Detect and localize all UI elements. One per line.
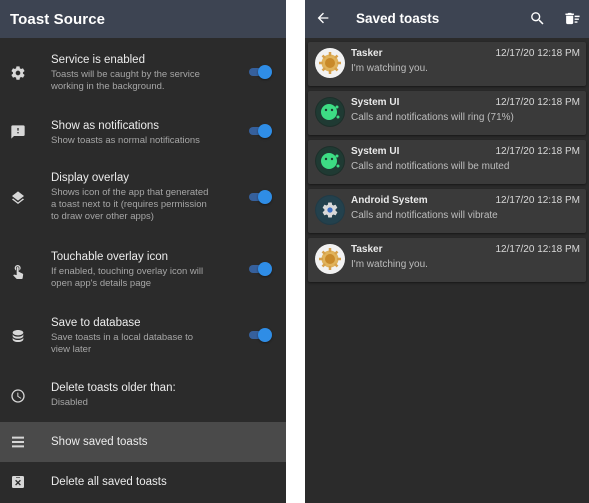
app-bar: Toast Source <box>0 0 286 38</box>
toast-app-name: System UI <box>351 146 400 157</box>
delete-box-icon <box>9 473 27 491</box>
pref-title: Save to database <box>51 317 141 329</box>
toast-message: Calls and notifications will be muted <box>351 161 510 172</box>
app-title: Toast Source <box>10 10 106 28</box>
toast-message: I'm watching you. <box>351 63 428 74</box>
android-icon <box>315 97 345 127</box>
pref-save-database[interactable]: Save to database Save toasts in a local … <box>0 307 286 371</box>
display-overlay-toggle[interactable] <box>249 190 272 204</box>
toast-timestamp: 12/17/20 12:18 PM <box>495 97 580 108</box>
pref-summary: Toasts will be caught by the service wor… <box>51 69 200 92</box>
search-icon[interactable] <box>529 10 546 27</box>
toast-message: I'm watching you. <box>351 259 428 270</box>
show-notifications-toggle[interactable] <box>249 124 272 138</box>
saved-toasts-screen: Saved toasts Tasker 12/17/20 12:18 PM I'… <box>305 0 589 503</box>
gear-icon <box>9 64 27 82</box>
toast-item[interactable]: System UI 12/17/20 12:18 PM Calls and no… <box>308 91 586 135</box>
pref-summary: Disabled <box>51 397 88 408</box>
pref-touchable-overlay[interactable]: Touchable overlay icon If enabled, touch… <box>0 243 286 307</box>
pref-summary: If enabled, touching overlay icon will o… <box>51 266 204 289</box>
pref-title: Delete all saved toasts <box>51 476 167 488</box>
pref-title: Show as notifications <box>51 120 160 132</box>
toast-timestamp: 12/17/20 12:18 PM <box>495 244 580 255</box>
settings-screen: Toast Source Service is enabled Toasts w… <box>0 0 286 503</box>
pref-title: Show saved toasts <box>51 436 148 448</box>
android-icon <box>315 146 345 176</box>
page-title: Saved toasts <box>356 11 440 26</box>
toast-app-name: Tasker <box>351 48 383 59</box>
toast-timestamp: 12/17/20 12:18 PM <box>495 195 580 206</box>
touchable-overlay-toggle[interactable] <box>249 262 272 276</box>
save-database-toggle[interactable] <box>249 328 272 342</box>
toast-app-name: Android System <box>351 195 428 206</box>
pref-show-saved-toasts[interactable]: Show saved toasts <box>0 422 286 462</box>
toast-item[interactable]: Tasker 12/17/20 12:18 PM I'm watching yo… <box>308 42 586 86</box>
delete-sweep-icon[interactable] <box>564 10 581 27</box>
toast-app-name: Tasker <box>351 244 383 255</box>
pref-summary: Shows icon of the app that generated a t… <box>51 187 209 222</box>
pref-title: Service is enabled <box>51 54 145 66</box>
toast-app-name: System UI <box>351 97 400 108</box>
app-bar: Saved toasts <box>305 0 589 38</box>
pref-delete-older[interactable]: Delete toasts older than: Disabled <box>0 371 286 422</box>
pref-summary: Save toasts in a local database to view … <box>51 332 194 355</box>
pref-title: Touchable overlay icon <box>51 251 168 263</box>
toast-message: Calls and notifications will vibrate <box>351 210 498 221</box>
back-arrow-icon[interactable] <box>315 10 331 26</box>
pref-display-overlay[interactable]: Display overlay Shows icon of the app th… <box>0 158 286 243</box>
pref-delete-all[interactable]: Delete all saved toasts <box>0 462 286 503</box>
toast-item[interactable]: Android System 12/17/20 12:18 PM Calls a… <box>308 189 586 233</box>
pref-service-enabled[interactable]: Service is enabled Toasts will be caught… <box>0 38 286 104</box>
touch-icon <box>9 262 27 280</box>
toast-timestamp: 12/17/20 12:18 PM <box>495 48 580 59</box>
toast-message: Calls and notifications will ring (71%) <box>351 112 514 123</box>
toast-item[interactable]: Tasker 12/17/20 12:18 PM I'm watching yo… <box>308 238 586 282</box>
toast-timestamp: 12/17/20 12:18 PM <box>495 146 580 157</box>
pref-title: Display overlay <box>51 172 129 184</box>
pref-summary: Show toasts as normal notifications <box>51 135 200 146</box>
toast-item[interactable]: System UI 12/17/20 12:18 PM Calls and no… <box>308 140 586 184</box>
system-gear-icon <box>315 195 345 225</box>
screen-divider <box>286 0 305 503</box>
layers-icon <box>9 189 27 207</box>
clock-icon <box>9 387 27 405</box>
list-icon <box>9 433 27 451</box>
tasker-icon <box>315 48 345 78</box>
database-icon <box>9 327 27 345</box>
notification-icon <box>9 123 27 141</box>
tasker-icon <box>315 244 345 274</box>
pref-show-notifications[interactable]: Show as notifications Show toasts as nor… <box>0 104 286 158</box>
service-enabled-toggle[interactable] <box>249 65 272 79</box>
pref-title: Delete toasts older than: <box>51 382 176 394</box>
